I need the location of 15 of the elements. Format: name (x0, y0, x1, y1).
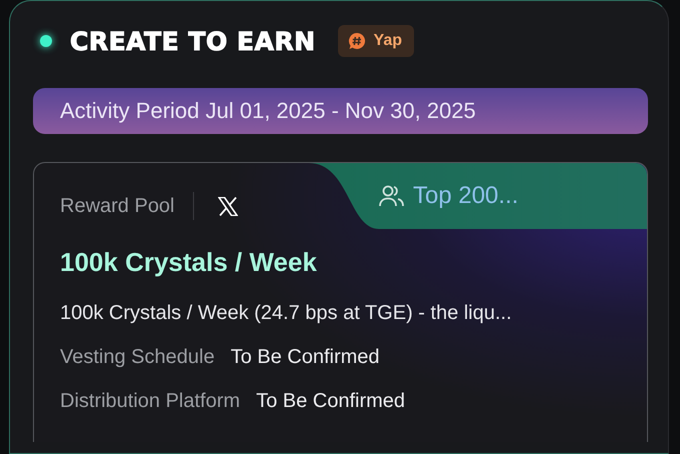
detail-label: Distribution Platform (60, 390, 240, 413)
detail-value: To Be Confirmed (256, 390, 406, 413)
users-icon (379, 185, 405, 207)
x-icon (218, 196, 238, 216)
reward-description: 100k Crystals / Week (24.7 bps at TGE) - the liqu... (60, 302, 513, 325)
section-title: CREATE TO EARN (70, 26, 316, 56)
audience-label: Top 200... (413, 182, 518, 210)
reward-pool-label: Reward Pool (60, 194, 175, 218)
status-dot (40, 35, 52, 47)
yap-tag: Yap (338, 25, 414, 57)
detail-label: Vesting Schedule (60, 346, 215, 369)
hashtag-bubble-icon (348, 32, 366, 50)
activity-period-bar: Activity Period Jul 01, 2025 - Nov 30, 2025 (33, 88, 648, 134)
detail-value: To Be Confirmed (230, 346, 380, 369)
reward-amount: 100k Crystals / Week (60, 247, 318, 278)
